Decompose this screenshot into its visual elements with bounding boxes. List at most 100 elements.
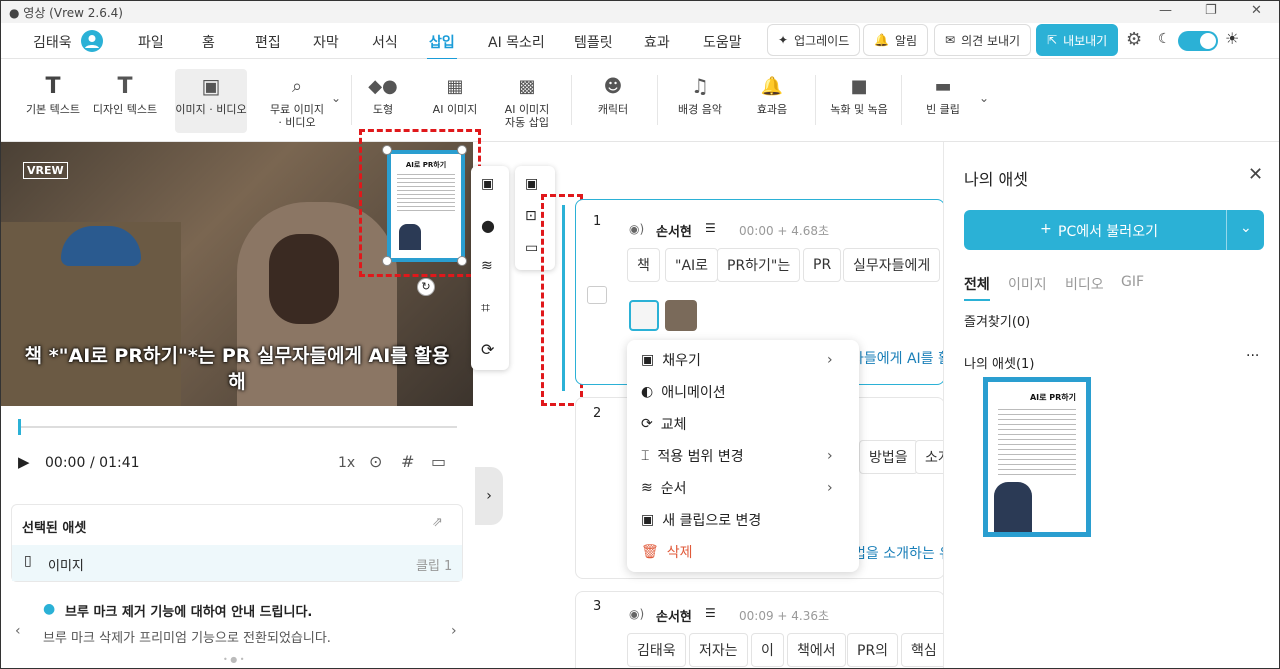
context-menu: ▣ 채우기 › ◐ 애니메이션 ⟳ 교체 ⌶ 적용 범위 변경 › ≋ 순서 › ▣ 새 클립으로… [627,340,859,572]
chevron-down-icon[interactable]: ⌄ [331,91,341,105]
tool-sfx[interactable]: 🔔 효과음 [732,69,812,116]
tool-ai-image-auto[interactable]: ▩ AI 이미지 자동 삽입 [487,69,567,129]
close-window-icon[interactable]: ✕ [1251,3,1262,18]
fill-stretch-icon[interactable]: ▭ [525,240,538,256]
menu-item-animation[interactable]: ◐ 애니메이션 [641,382,726,402]
clip-text[interactable]: 법을 소개하는 유 [853,543,952,563]
speed-button[interactable]: 1x [338,455,355,471]
tool-basic-text[interactable]: T 기본 텍스트 [13,69,93,116]
clip-image-thumb[interactable] [629,300,659,331]
clip-checkbox[interactable] [587,286,607,304]
import-button[interactable]: + PC에서 불러오기 ⌄ [964,210,1264,250]
tool-blank-clip[interactable]: ▬ 빈 클립 [903,69,983,116]
word-chip[interactable]: 핵심 [901,633,947,667]
chevron-down-icon[interactable]: ⌄ [1240,220,1252,236]
menu-item-new-clip[interactable]: ▣ 새 클립으로 변경 [641,510,761,530]
menu-home[interactable]: 홈 [202,32,215,52]
menu-effect[interactable]: 효과 [644,32,670,52]
menu-subtitle[interactable]: 자막 [313,32,339,52]
menu-format[interactable]: 서식 [372,32,398,52]
word-chip[interactable]: 이 [751,633,784,667]
replace-icon[interactable]: ⟳ [481,340,494,359]
layers-icon[interactable]: ≋ [481,258,493,274]
asset-thumbnail[interactable]: AI로 PR하기 [983,377,1091,537]
tab-video[interactable]: 비디오 [1065,274,1104,294]
word-chip[interactable]: "AI로 [665,248,719,282]
menu-item-range[interactable]: ⌶ 적용 범위 변경 › [641,446,833,466]
maximize-icon[interactable]: ❐ [1205,3,1217,18]
tool-character[interactable]: ☻ 캐릭터 [573,69,653,116]
menu-item-replace[interactable]: ⟳ 교체 [641,414,687,434]
screen-icon[interactable]: ▭ [431,452,446,471]
tab-image[interactable]: 이미지 [1008,274,1047,294]
word-chip[interactable]: PR의 [847,633,899,667]
fill-icon[interactable]: ▣ [481,176,494,192]
minimize-icon[interactable]: — [1159,3,1172,18]
word-chip[interactable]: 책 [627,248,660,282]
settings-icon[interactable]: ☰ [705,606,716,620]
tool-bgm[interactable]: ♫ 배경 음악 [660,69,740,117]
settings-icon[interactable]: ☰ [705,221,716,235]
clip-video-thumb[interactable] [665,300,697,331]
more-icon[interactable]: ··· [1246,348,1259,364]
export-button[interactable]: ⇱ 내보내기 [1036,24,1119,56]
grid-icon[interactable]: # [401,452,414,471]
menu-edit[interactable]: 편집 [255,32,281,52]
play-icon[interactable]: ▶ [18,453,30,471]
fill-crop-icon[interactable]: ⊡ [525,208,537,224]
seek-handle[interactable] [18,419,21,435]
menu-item-order[interactable]: ≋ 순서 › [641,478,833,498]
menu-item-delete[interactable]: 🗑 삭제 [641,542,693,562]
snapshot-icon[interactable]: ⊙ [369,452,382,471]
crop-icon[interactable]: ⌗ [481,298,490,318]
menu-help[interactable]: 도움말 [703,32,742,52]
gear-icon[interactable]: ⚙ [1126,29,1142,50]
clip-text[interactable]: 자들에게 AI를 활 [851,348,951,368]
character-icon: ☻ [603,75,623,97]
menu-ai-voice[interactable]: AI 목소리 [488,32,545,52]
favorites-section[interactable]: 즐겨찾기(0) [964,311,1030,330]
tool-design-text[interactable]: T 디자인 텍스트 [85,69,165,116]
menu-insert[interactable]: 삽입 [427,32,457,60]
menu-template[interactable]: 템플릿 [574,32,613,52]
menu-file[interactable]: 파일 [138,32,164,52]
collapse-panel-button[interactable]: › [475,467,503,525]
tool-free-image[interactable]: ⌕ 무료 이미지 · 비디오 [257,69,337,129]
range-bar[interactable] [562,205,565,391]
tab-gif[interactable]: GIF [1121,274,1144,290]
tool-image-video[interactable]: ▣ 이미지 · 비디오 [175,69,247,133]
theme-toggle[interactable] [1178,31,1218,51]
asset-row[interactable]: ▯ 이미지 클립 1 [12,545,462,581]
rotate-icon[interactable]: ↻ [417,278,435,296]
user-name: 김태욱 [33,35,72,51]
panel-title: 나의 애셋 [964,170,1028,189]
feedback-button[interactable]: ✉ 의견 보내기 [934,24,1032,56]
word-chip[interactable]: 실무자들에게 [843,248,941,282]
upgrade-button[interactable]: ✦ 업그레이드 [767,24,861,56]
next-icon[interactable]: › [451,623,457,639]
word-chip[interactable]: 김태욱 [627,633,686,667]
word-chip[interactable]: PR [803,248,842,282]
selected-asset-panel: 선택된 애셋 ⇗ ▯ 이미지 클립 1 [11,504,463,582]
tab-all[interactable]: 전체 [964,274,990,301]
seek-bar[interactable] [19,426,457,428]
word-chip[interactable]: 방법을 [859,440,918,474]
my-assets-section[interactable]: 나의 애셋(1) [964,353,1034,372]
animation-icon[interactable]: ● [481,216,495,235]
prev-icon[interactable]: ‹ [15,623,21,639]
menu-item-fill[interactable]: ▣ 채우기 › [641,350,833,370]
chevron-down-icon[interactable]: ⌄ [979,91,989,105]
fill-fit-icon[interactable]: ▣ [525,176,538,192]
notify-button[interactable]: 🔔 알림 [863,24,929,56]
tool-record[interactable]: ■ 녹화 및 녹음 [819,69,899,116]
current-time: 00:00 [45,455,86,471]
export-icon: ⇱ [1047,33,1058,47]
open-icon[interactable]: ⇗ [432,515,443,530]
word-chip[interactable]: 저자는 [689,633,748,667]
tool-shape[interactable]: ◆● 도형 [343,69,423,116]
word-chip[interactable]: PR하기"는 [717,248,801,282]
avatar[interactable] [81,30,103,52]
tool-ai-image[interactable]: ▦ AI 이미지 [415,69,495,116]
close-icon[interactable]: ✕ [1248,164,1263,185]
word-chip[interactable]: 책에서 [787,633,846,667]
